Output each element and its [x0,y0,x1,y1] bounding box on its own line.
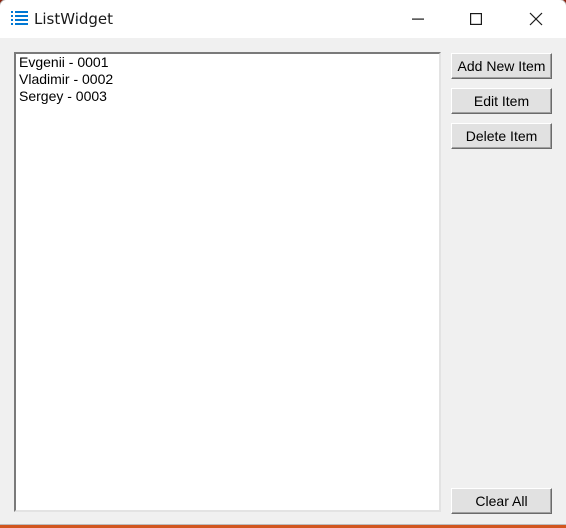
delete-item-button[interactable]: Delete Item [451,123,552,149]
maximize-button[interactable] [447,0,505,38]
minimize-button[interactable] [389,0,447,38]
list-icon [11,10,28,27]
close-button[interactable] [506,0,566,38]
clear-all-button[interactable]: Clear All [451,488,552,514]
minimize-icon [412,18,424,20]
maximize-icon [470,13,482,25]
list-item[interactable]: Sergey - 0003 [19,88,107,105]
item-listbox[interactable]: Evgenii - 0001 Vladimir - 0002 Sergey - … [14,52,441,512]
window-title: ListWidget [34,10,114,28]
edit-item-button[interactable]: Edit Item [451,88,552,114]
add-new-item-button[interactable]: Add New Item [451,53,552,79]
close-icon [529,12,543,26]
title-bar[interactable]: ListWidget [0,0,566,38]
list-item[interactable]: Evgenii - 0001 [19,54,109,71]
list-item[interactable]: Vladimir - 0002 [19,71,113,88]
listwidget-window: ListWidget Evgenii - 0001 Vladimir - 000… [0,0,566,524]
